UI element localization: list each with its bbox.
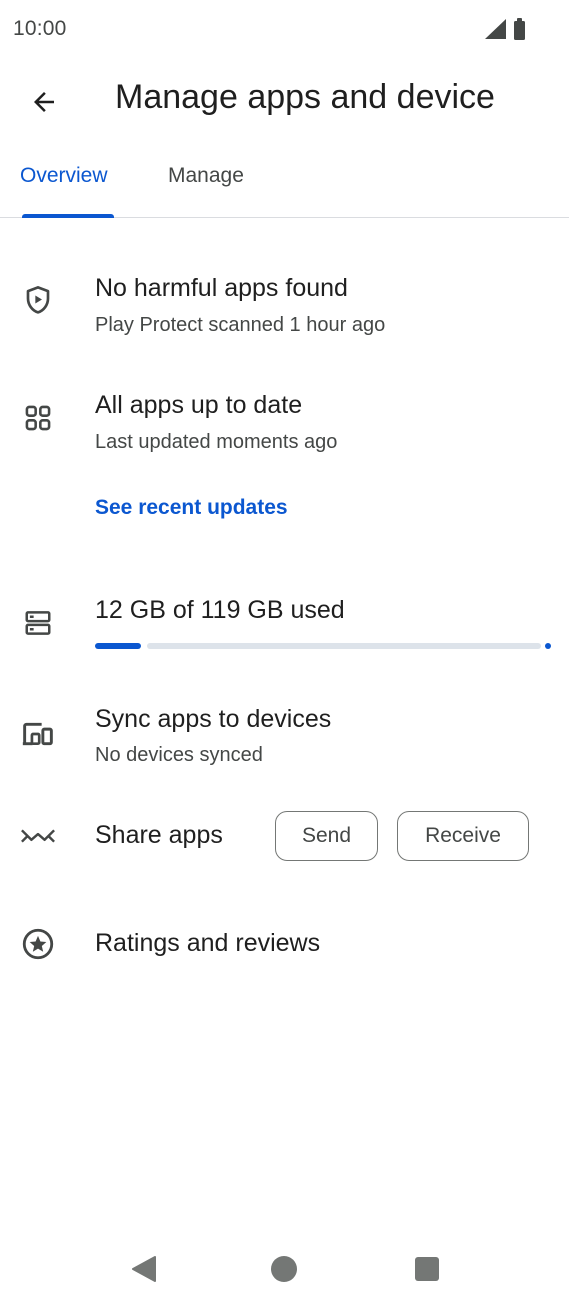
- tab-selected-indicator: [22, 214, 114, 218]
- tab-bar: Overview Manage: [0, 150, 569, 218]
- storage-remaining-track: [147, 643, 541, 649]
- share-apps-icon: [20, 818, 56, 854]
- battery-icon: [514, 18, 525, 40]
- tab-overview[interactable]: Overview: [20, 164, 108, 188]
- send-button[interactable]: Send: [275, 811, 378, 861]
- back-button[interactable]: [20, 78, 68, 126]
- arrow-back-icon: [34, 92, 54, 112]
- nav-home-button[interactable]: [267, 1252, 301, 1286]
- status-bar: 10:00: [0, 0, 569, 58]
- status-icons: [485, 18, 525, 40]
- storage-used-fill: [95, 643, 141, 649]
- storage-end-dot: [545, 643, 551, 649]
- devices-icon: [20, 716, 56, 752]
- apps-grid-icon: [20, 400, 56, 436]
- status-time: 10:00: [13, 17, 67, 40]
- storage-row[interactable]: 12 GB of 119 GB used: [0, 585, 569, 665]
- sync-title: Sync apps to devices: [95, 705, 332, 733]
- sync-subtitle: No devices synced: [95, 744, 263, 766]
- sync-row[interactable]: Sync apps to devices No devices synced: [0, 692, 569, 782]
- app-bar: Manage apps and device: [0, 58, 569, 142]
- see-recent-updates-link[interactable]: See recent updates: [95, 496, 288, 520]
- play-protect-subtitle: Play Protect scanned 1 hour ago: [95, 314, 386, 336]
- tab-manage[interactable]: Manage: [168, 164, 244, 188]
- home-circle-icon: [271, 1256, 297, 1282]
- page-title: Manage apps and device: [115, 78, 495, 116]
- recents-square-icon: [415, 1257, 439, 1281]
- storage-progress-bar: [95, 643, 551, 649]
- ratings-title: Ratings and reviews: [95, 929, 321, 957]
- nav-back-button[interactable]: [126, 1252, 160, 1286]
- receive-button[interactable]: Receive: [397, 811, 529, 861]
- back-triangle-icon: [132, 1256, 156, 1282]
- storage-icon: [20, 605, 56, 641]
- system-nav-bar: [0, 1230, 569, 1306]
- signal-icon: [485, 19, 506, 39]
- updates-subtitle: Last updated moments ago: [95, 431, 338, 453]
- storage-title: 12 GB of 119 GB used: [95, 596, 345, 624]
- play-protect-title: No harmful apps found: [95, 274, 348, 302]
- play-protect-row[interactable]: No harmful apps found Play Protect scann…: [0, 262, 569, 352]
- shield-play-icon: [20, 282, 56, 318]
- ratings-row[interactable]: Ratings and reviews: [0, 914, 569, 974]
- updates-row[interactable]: All apps up to date Last updated moments…: [0, 380, 569, 470]
- share-apps-title: Share apps: [95, 821, 223, 849]
- star-circle-icon: [20, 926, 56, 962]
- nav-recents-button[interactable]: [410, 1252, 444, 1286]
- updates-title: All apps up to date: [95, 391, 303, 419]
